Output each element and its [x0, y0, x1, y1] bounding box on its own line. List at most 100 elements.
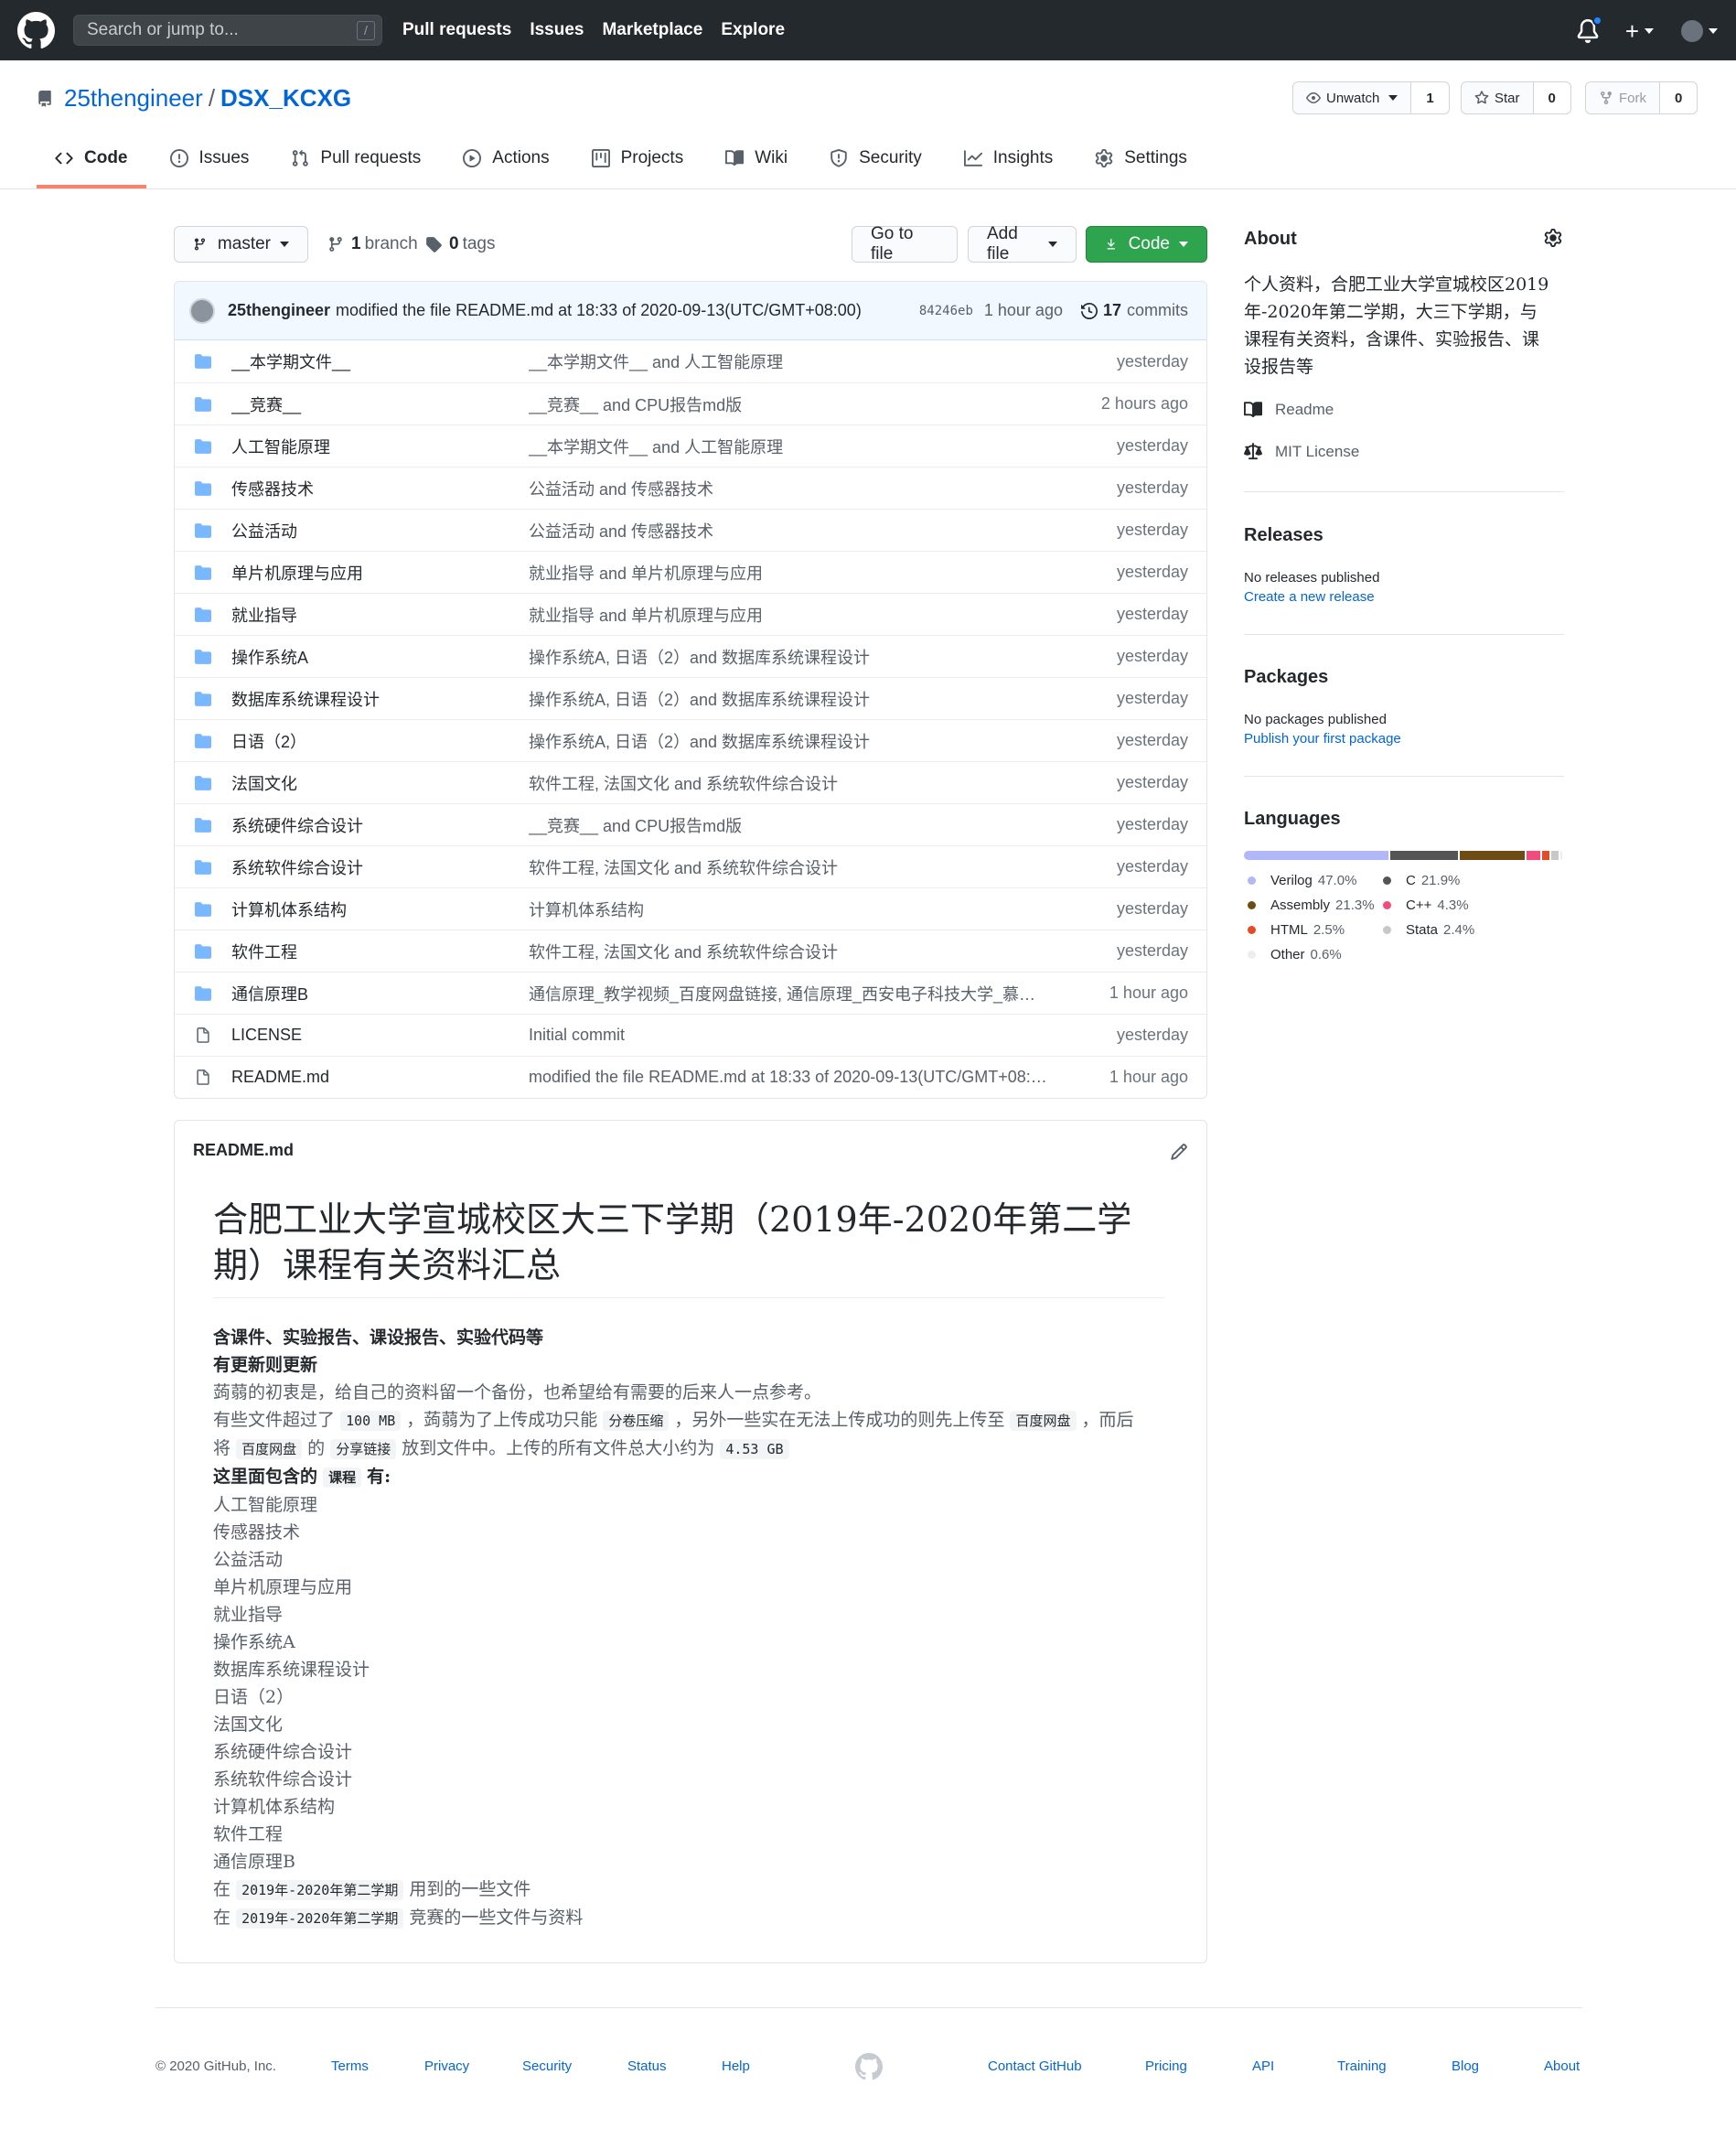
file-name-link[interactable]: 系统软件综合设计 [231, 855, 529, 879]
table-row[interactable]: 数据库系统课程设计 操作系统A, 日语（2）and 数据库系统课程设计 yester… [175, 677, 1206, 719]
commit-message-link[interactable]: 软件工程, 法国文化 and 系统软件综合设计 [529, 940, 1069, 963]
file-name-link[interactable]: README.md [231, 1068, 529, 1087]
language-item[interactable]: C++ 4.3% [1379, 898, 1469, 913]
commit-message-link[interactable]: __竞赛__ and CPU报告md版 [529, 813, 1069, 837]
language-item[interactable]: C 21.9% [1379, 873, 1460, 888]
footer-link-pricing[interactable]: Pricing [1145, 2058, 1187, 2074]
table-row[interactable]: 日语（2） 操作系统A, 日语（2）and 数据库系统课程设计 yesterday [175, 719, 1206, 761]
stargazers-count[interactable]: 0 [1533, 82, 1570, 113]
add-file-button[interactable]: Add file [968, 224, 1077, 263]
table-row[interactable]: 软件工程 软件工程, 法国文化 and 系统软件综合设计 yesterday [175, 930, 1206, 972]
commit-message-link[interactable]: 公益活动 and 传感器技术 [529, 519, 1069, 543]
footer-link-about[interactable]: About [1544, 2058, 1580, 2074]
tab-actions[interactable]: Actions [445, 135, 567, 188]
nav-issues[interactable]: Issues [530, 20, 584, 40]
footer-link-security[interactable]: Security [522, 2058, 572, 2074]
footer-link-help[interactable]: Help [722, 2058, 750, 2074]
file-name-link[interactable]: 通信原理B [231, 982, 529, 1005]
github-mark-icon[interactable] [855, 2053, 883, 2080]
commit-message[interactable]: modified the file README.md at 18:33 of … [336, 301, 862, 320]
forks-count[interactable]: 0 [1660, 82, 1698, 113]
table-row[interactable]: LICENSE Initial commit yesterday [175, 1014, 1206, 1056]
tab-code[interactable]: Code [37, 135, 146, 188]
commit-message-link[interactable]: __本学期文件__ and 人工智能原理 [529, 435, 1069, 458]
file-name-link[interactable]: 法国文化 [231, 771, 529, 795]
table-row[interactable]: 计算机体系结构 计算机体系结构 yesterday [175, 887, 1206, 930]
file-name-link[interactable]: 计算机体系结构 [231, 898, 529, 921]
commit-message-link[interactable]: __竞赛__ and CPU报告md版 [529, 392, 1069, 416]
create-new-button[interactable]: + [1625, 19, 1639, 43]
file-name-link[interactable]: 软件工程 [231, 940, 529, 963]
commit-message-link[interactable]: 操作系统A, 日语（2）and 数据库系统课程设计 [529, 729, 1069, 753]
commit-message-link[interactable]: 操作系统A, 日语（2）and 数据库系统课程设计 [529, 645, 1069, 669]
avatar[interactable] [1681, 20, 1703, 42]
branch-select-button[interactable]: master [174, 226, 308, 263]
commit-message-link[interactable]: 软件工程, 法国文化 and 系统软件综合设计 [529, 771, 1069, 795]
tags-link[interactable]: 0 tags [425, 234, 496, 254]
readme-filename[interactable]: README.md [193, 1141, 294, 1160]
table-row[interactable]: __竞赛__ __竞赛__ and CPU报告md版 2 hours ago [175, 382, 1206, 425]
file-name-link[interactable]: 日语（2） [231, 729, 529, 753]
tab-settings[interactable]: Settings [1077, 135, 1206, 188]
footer-link-api[interactable]: API [1252, 2058, 1274, 2074]
unwatch-button[interactable]: Unwatch [1293, 82, 1412, 113]
tab-pull-requests[interactable]: Pull requests [273, 135, 439, 188]
packages-heading[interactable]: Packages [1244, 667, 1564, 688]
file-name-link[interactable]: 系统硬件综合设计 [231, 813, 529, 837]
search-input[interactable]: Search or jump to... / [73, 15, 382, 46]
footer-link-blog[interactable]: Blog [1452, 2058, 1479, 2074]
fork-button[interactable]: Fork [1586, 82, 1660, 113]
tab-security[interactable]: Security [811, 135, 940, 188]
license-link[interactable]: MIT License [1244, 443, 1564, 461]
file-name-link[interactable]: 单片机原理与应用 [231, 561, 529, 585]
tab-wiki[interactable]: Wiki [707, 135, 806, 188]
commits-count[interactable]: 17 [1103, 301, 1121, 320]
commit-message-link[interactable]: __本学期文件__ and 人工智能原理 [529, 349, 1069, 373]
file-name-link[interactable]: 数据库系统课程设计 [231, 687, 529, 711]
footer-link-terms[interactable]: Terms [331, 2058, 369, 2074]
commit-message-link[interactable]: 就业指导 and 单片机原理与应用 [529, 561, 1069, 585]
language-item[interactable]: Assembly 21.3% [1244, 898, 1375, 913]
table-row[interactable]: 系统硬件综合设计 __竞赛__ and CPU报告md版 yesterday [175, 803, 1206, 845]
nav-marketplace[interactable]: Marketplace [602, 20, 702, 40]
table-row[interactable]: 传感器技术 公益活动 and 传感器技术 yesterday [175, 467, 1206, 509]
watchers-count[interactable]: 1 [1411, 82, 1449, 113]
commit-message-link[interactable]: modified the file README.md at 18:33 of … [529, 1068, 1069, 1087]
table-row[interactable]: 通信原理B 通信原理_教学视频_百度网盘链接, 通信原理_西安电子科技大学_慕课视… [175, 972, 1206, 1014]
table-row[interactable]: 法国文化 软件工程, 法国文化 and 系统软件综合设计 yesterday [175, 761, 1206, 803]
language-item[interactable]: Other 0.6% [1244, 947, 1342, 962]
readme-link[interactable]: Readme [1244, 401, 1564, 419]
tab-issues[interactable]: Issues [152, 135, 268, 188]
commit-message-link[interactable]: 公益活动 and 传感器技术 [529, 477, 1069, 500]
nav-explore[interactable]: Explore [721, 20, 785, 40]
footer-link-contact[interactable]: Contact GitHub [988, 2058, 1082, 2074]
footer-link-status[interactable]: Status [627, 2058, 667, 2074]
file-name-link[interactable]: 传感器技术 [231, 477, 529, 500]
star-button[interactable]: Star [1462, 82, 1534, 113]
file-name-link[interactable]: __本学期文件__ [231, 349, 529, 373]
file-name-link[interactable]: 公益活动 [231, 519, 529, 543]
avatar[interactable] [189, 297, 215, 324]
commit-sha[interactable]: 84246eb [919, 304, 973, 318]
tab-insights[interactable]: Insights [946, 135, 1071, 188]
table-row[interactable]: 人工智能原理 __本学期文件__ and 人工智能原理 yesterday [175, 425, 1206, 467]
footer-link-privacy[interactable]: Privacy [424, 2058, 469, 2074]
branches-link[interactable]: 1 branch [327, 234, 418, 254]
go-to-file-button[interactable]: Go to file [852, 224, 958, 263]
commit-message-link[interactable]: 软件工程, 法国文化 and 系统软件综合设计 [529, 855, 1069, 879]
table-row[interactable]: README.md modified the file README.md at … [175, 1056, 1206, 1098]
language-item[interactable]: HTML 2.5% [1244, 922, 1345, 938]
language-item[interactable]: Verilog 47.0% [1244, 873, 1356, 888]
commit-message-link[interactable]: 就业指导 and 单片机原理与应用 [529, 603, 1069, 627]
notifications-button[interactable] [1576, 16, 1602, 44]
create-release-link[interactable]: Create a new release [1244, 589, 1564, 605]
file-name-link[interactable]: 操作系统A [231, 645, 529, 669]
commits-label[interactable]: commits [1127, 301, 1188, 320]
table-row[interactable]: 就业指导 就业指导 and 单片机原理与应用 yesterday [175, 593, 1206, 635]
repo-owner-link[interactable]: 25thengineer [64, 84, 203, 113]
table-row[interactable]: 公益活动 公益活动 and 传感器技术 yesterday [175, 509, 1206, 551]
table-row[interactable]: 单片机原理与应用 就业指导 and 单片机原理与应用 yesterday [175, 551, 1206, 593]
table-row[interactable]: 系统软件综合设计 软件工程, 法国文化 and 系统软件综合设计 yesterday [175, 845, 1206, 887]
commit-message-link[interactable]: 操作系统A, 日语（2）and 数据库系统课程设计 [529, 687, 1069, 711]
commit-author[interactable]: 25thengineer [228, 301, 330, 320]
